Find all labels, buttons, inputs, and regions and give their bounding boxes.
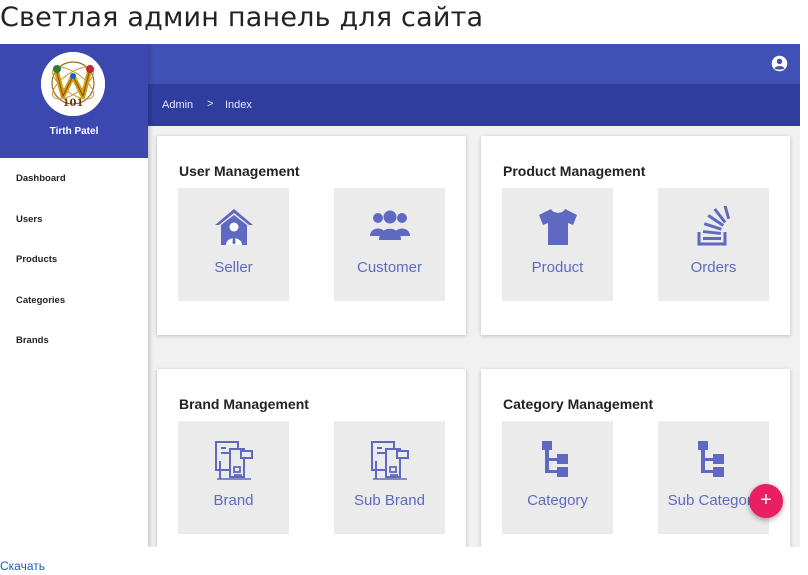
tile-label: Orders: [690, 259, 737, 276]
breadcrumb: Admin > Index: [148, 84, 800, 126]
sidebar-item-categories[interactable]: Categories: [0, 294, 148, 335]
category-management-card: Category Management Category Sub Categor…: [481, 369, 790, 547]
stack-icon: [697, 206, 731, 246]
logo-icon: 101: [41, 52, 105, 116]
sidebar-nav: Dashboard Users Products Categories Bran…: [0, 172, 148, 375]
sidebar: 101 Tirth Patel Dashboard Users Products…: [0, 44, 148, 547]
user-management-card: User Management Seller Customer: [157, 136, 466, 335]
brand-docs-icon: [215, 441, 253, 480]
product-tile[interactable]: Product: [502, 188, 613, 301]
sidebar-item-users[interactable]: Users: [0, 213, 148, 254]
breadcrumb-separator: >: [207, 98, 214, 110]
tshirt-icon: [539, 209, 577, 245]
breadcrumb-admin[interactable]: Admin: [162, 99, 193, 111]
card-title: Brand Management: [179, 396, 309, 412]
orders-tile[interactable]: Orders: [658, 188, 769, 301]
sidebar-item-brands[interactable]: Brands: [0, 334, 148, 375]
sidebar-item-dashboard[interactable]: Dashboard: [0, 172, 148, 213]
tile-label: Sub Brand: [354, 492, 425, 509]
tile-label: Brand: [213, 492, 254, 509]
tile-label: Product: [531, 259, 584, 276]
users-group-icon: [370, 210, 410, 240]
profile-panel: 101 Tirth Patel: [0, 44, 148, 158]
admin-app-screenshot: 101 Tirth Patel Dashboard Users Products…: [0, 44, 800, 547]
download-link[interactable]: Скачать: [0, 559, 45, 573]
card-title: User Management: [179, 163, 300, 179]
card-title: Category Management: [503, 396, 654, 412]
house-person-icon: [215, 209, 253, 245]
profile-name: Tirth Patel: [49, 126, 99, 137]
card-title: Product Management: [503, 163, 646, 179]
sidebar-item-products[interactable]: Products: [0, 253, 148, 294]
sitemap-icon: [698, 441, 724, 477]
top-app-bar: [148, 44, 800, 84]
product-management-card: Product Management Product Orders: [481, 136, 790, 335]
customer-tile[interactable]: Customer: [334, 188, 445, 301]
brand-tile[interactable]: Brand: [178, 421, 289, 534]
brand-management-card: Brand Management Brand Sub Brand: [157, 369, 466, 547]
avatar[interactable]: 101: [41, 52, 105, 116]
account-circle-icon[interactable]: [771, 55, 788, 72]
page-heading: Светлая админ панель для сайта: [0, 2, 484, 33]
svg-text:101: 101: [63, 98, 84, 109]
sub-category-tile[interactable]: Sub Category: [658, 421, 769, 534]
seller-tile[interactable]: Seller: [178, 188, 289, 301]
sub-brand-tile[interactable]: Sub Brand: [334, 421, 445, 534]
tile-label: Seller: [214, 259, 253, 276]
brand-docs-icon: [371, 441, 409, 480]
category-tile[interactable]: Category: [502, 421, 613, 534]
tile-label: Customer: [356, 259, 423, 276]
add-fab-button[interactable]: +: [749, 484, 783, 518]
sitemap-icon: [542, 441, 568, 477]
tile-label: Category: [527, 492, 588, 509]
breadcrumb-index: Index: [225, 99, 252, 111]
